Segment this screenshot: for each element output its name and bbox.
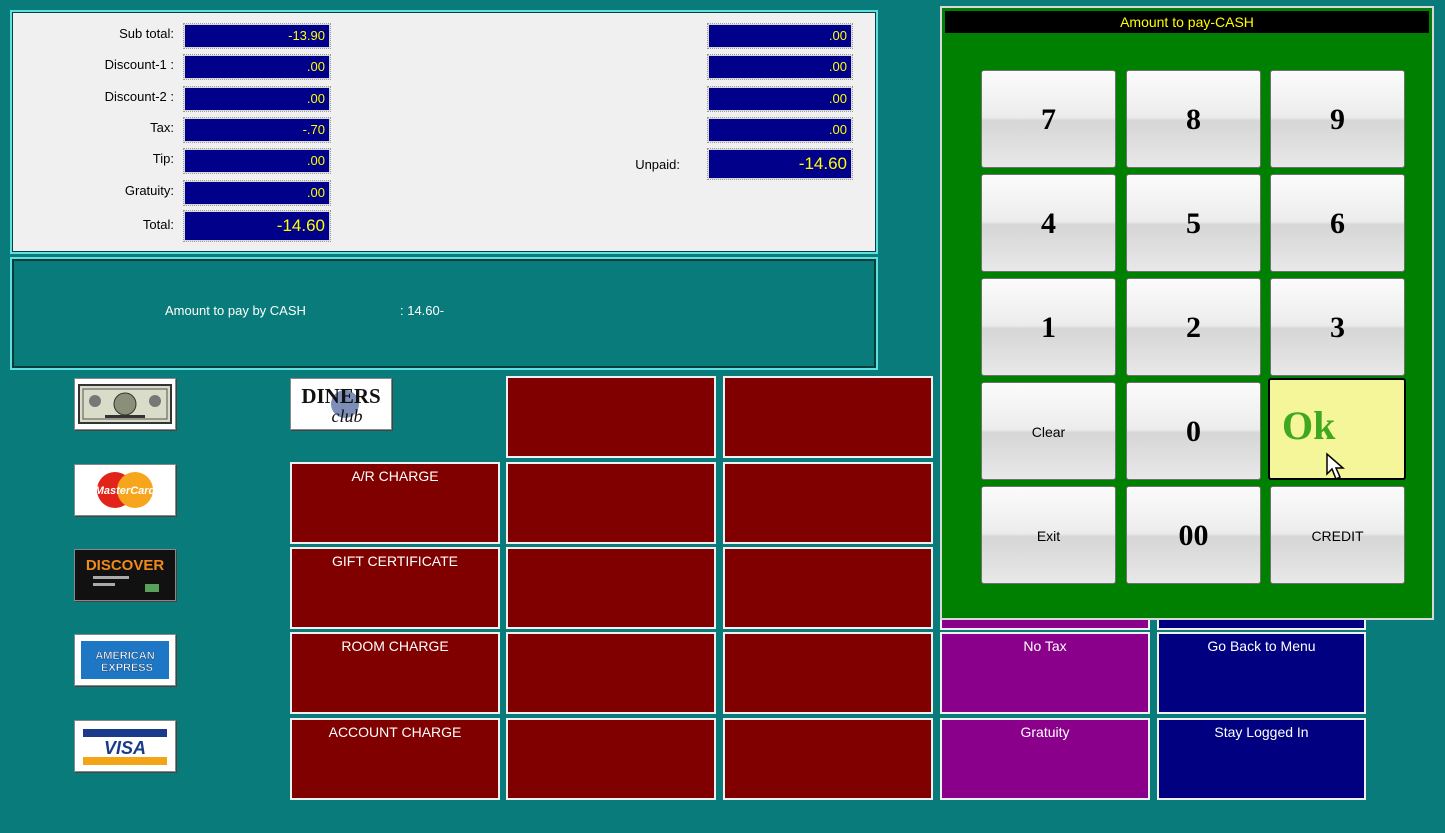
subtotal-label: Sub total:	[119, 26, 174, 41]
svg-text:DISCOVER: DISCOVER	[86, 557, 165, 574]
account-charge-button[interactable]: ACCOUNT CHARGE	[290, 718, 500, 800]
right-value-4: .00	[707, 117, 853, 143]
mastercard-graphic: MasterCard	[95, 472, 156, 508]
total-label: Total:	[142, 217, 174, 232]
visa-graphic: VISA	[83, 729, 167, 765]
ar-charge-button[interactable]: A/R CHARGE	[290, 462, 500, 544]
payment-slot-r5c2[interactable]	[506, 718, 716, 800]
discount1-label: Discount-1 :	[104, 57, 174, 72]
ok-label: Ok	[1282, 403, 1336, 448]
subtotal-value: -13.90	[183, 23, 331, 49]
amount-to-pay-value: : 14.60-	[400, 303, 445, 318]
key-3[interactable]: 3	[1270, 278, 1405, 376]
gift-certificate-button[interactable]: GIFT CERTIFICATE	[290, 547, 500, 629]
key-5[interactable]: 5	[1126, 174, 1261, 272]
payment-slot-r5c3[interactable]	[723, 718, 933, 800]
key-7[interactable]: 7	[981, 70, 1116, 168]
key-6[interactable]: 6	[1270, 174, 1405, 272]
discover-logo[interactable]: DISCOVER	[74, 549, 176, 601]
payment-slot-r2c2[interactable]	[506, 462, 716, 544]
right-value-2: .00	[707, 54, 853, 80]
tip-value: .00	[183, 148, 331, 174]
no-tax-button[interactable]: No Tax	[940, 632, 1150, 714]
go-back-to-menu-button[interactable]: Go Back to Menu	[1157, 632, 1366, 714]
diners-club-logo[interactable]: DINERS club	[290, 378, 392, 430]
discount2-label: Discount-2 :	[104, 89, 174, 104]
unpaid-label: Unpaid:	[635, 157, 680, 172]
stay-logged-in-button[interactable]: Stay Logged In	[1157, 718, 1366, 800]
keypad-title: Amount to pay-CASH	[945, 11, 1429, 33]
tax-label: Tax:	[150, 120, 174, 135]
amount-to-pay-label: Amount to pay by CASH	[165, 303, 306, 318]
clear-button[interactable]: Clear	[981, 382, 1116, 480]
exit-button[interactable]: Exit	[981, 486, 1116, 584]
credit-button[interactable]: CREDIT	[1270, 486, 1405, 584]
key-9[interactable]: 9	[1270, 70, 1405, 168]
mastercard-logo[interactable]: MasterCard	[74, 464, 176, 516]
right-value-3: .00	[707, 86, 853, 112]
discount2-value: .00	[183, 86, 331, 112]
cash-bill-graphic	[78, 384, 172, 424]
svg-text:MasterCard: MasterCard	[95, 485, 156, 497]
payment-slot-r2c3[interactable]	[723, 462, 933, 544]
gratuity-label: Gratuity:	[124, 183, 174, 198]
payment-slot-r4c2[interactable]	[506, 632, 716, 714]
visa-logo[interactable]: VISA	[74, 720, 176, 772]
payment-slot-r1c3[interactable]	[723, 376, 933, 458]
svg-text:club: club	[332, 406, 363, 426]
diners-club-graphic: DINERS club	[301, 384, 380, 426]
mouse-cursor-icon	[1326, 452, 1345, 481]
tax-value: -.70	[183, 117, 331, 143]
key-8[interactable]: 8	[1126, 70, 1261, 168]
right-value-1: .00	[707, 23, 853, 49]
svg-text:DINERS: DINERS	[301, 384, 380, 408]
payment-slot-r4c3[interactable]	[723, 632, 933, 714]
key-1[interactable]: 1	[981, 278, 1116, 376]
svg-text:VISA: VISA	[104, 738, 146, 758]
key-00[interactable]: 00	[1126, 486, 1261, 584]
amex-graphic: AMERICAN EXPRESS	[81, 641, 169, 679]
amount-message-panel: Amount to pay by CASH : 14.60-	[10, 257, 878, 370]
key-0[interactable]: 0	[1126, 382, 1261, 480]
svg-text:EXPRESS: EXPRESS	[101, 662, 153, 674]
unpaid-value: -14.60	[707, 148, 853, 180]
payment-slot-r1c2[interactable]	[506, 376, 716, 458]
ok-button[interactable]: Ok	[1268, 378, 1406, 481]
svg-text:AMERICAN: AMERICAN	[95, 650, 154, 662]
gratuity-value: .00	[183, 180, 331, 206]
gratuity-button[interactable]: Gratuity	[940, 718, 1150, 800]
discover-graphic: DISCOVER	[77, 552, 173, 598]
discount1-value: .00	[183, 54, 331, 80]
key-2[interactable]: 2	[1126, 278, 1261, 376]
totals-panel: Sub total: Discount-1 : Discount-2 : Tax…	[10, 10, 878, 254]
payment-slot-r3c2[interactable]	[506, 547, 716, 629]
room-charge-button[interactable]: ROOM CHARGE	[290, 632, 500, 714]
cash-keypad-dialog: Amount to pay-CASH 7 8 9 4 5 6 1 2 3 Cle…	[940, 6, 1434, 620]
key-4[interactable]: 4	[981, 174, 1116, 272]
total-value: -14.60	[183, 210, 331, 242]
american-express-logo[interactable]: AMERICAN EXPRESS	[74, 634, 176, 686]
payment-slot-r3c3[interactable]	[723, 547, 933, 629]
cash-bill-icon[interactable]	[74, 378, 176, 430]
tip-label: Tip:	[152, 151, 174, 166]
